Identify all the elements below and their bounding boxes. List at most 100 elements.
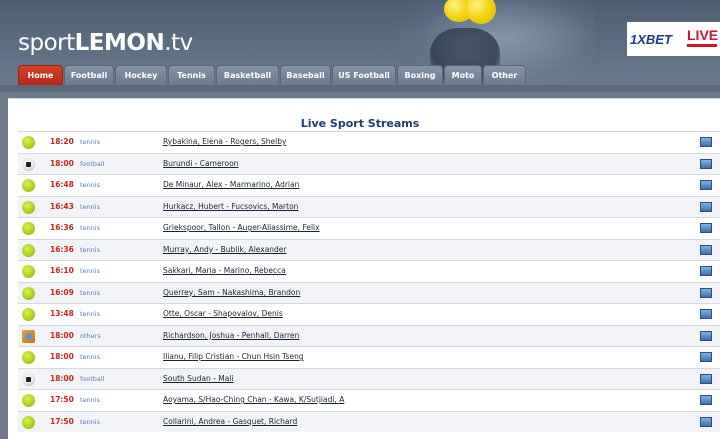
ad-brand: 1XBET bbox=[630, 32, 672, 47]
stream-row: 16:36 tennis Murray, Andy - Bublik, Alexan… bbox=[18, 238, 720, 260]
nav-tab-baseball[interactable]: Baseball bbox=[280, 65, 331, 85]
ad-underline bbox=[687, 44, 717, 47]
nav-tab-boxing[interactable]: Boxing bbox=[397, 65, 443, 85]
stream-match-link[interactable]: Griekspoor, Tallon - Auger-Aliassime, Fe… bbox=[163, 223, 320, 232]
stream-sport-link[interactable]: tennis bbox=[80, 418, 100, 426]
tv-icon[interactable] bbox=[700, 416, 712, 427]
stream-sport-link[interactable]: football bbox=[80, 160, 105, 168]
stream-row: 16:36 tennis Griekspoor, Tallon - Auger-Al… bbox=[18, 217, 720, 239]
nav-tab-moto[interactable]: Moto bbox=[444, 65, 482, 85]
tv-icon[interactable] bbox=[700, 137, 712, 147]
nav-tab-us-football[interactable]: US Football bbox=[332, 65, 396, 85]
stream-time: 18:00 bbox=[50, 158, 74, 168]
others-icon bbox=[22, 329, 35, 343]
stream-sport-link[interactable]: tennis bbox=[80, 289, 100, 297]
stream-match-link[interactable]: De Minaur, Alex - Marmarino, Adrian bbox=[163, 180, 299, 189]
stream-match-link[interactable]: South Sudan - Mali bbox=[163, 374, 234, 383]
tennis-icon bbox=[22, 308, 35, 321]
stream-row: 16:43 tennis Hurkacz, Hubert - Fucsovics, … bbox=[18, 195, 720, 217]
nav-bar-strip bbox=[0, 85, 720, 92]
stream-time: 16:10 bbox=[50, 266, 74, 275]
tv-icon[interactable] bbox=[700, 180, 712, 190]
stream-row: 18:00 tennis Ilianu, Filip Cristian - Chun… bbox=[18, 346, 720, 368]
page-title: Live Sport Streams bbox=[300, 117, 420, 130]
stream-row: 16:10 tennis Sakkari, Maria - Marino, Rebe… bbox=[18, 260, 720, 282]
tv-icon[interactable] bbox=[700, 309, 712, 319]
football-icon bbox=[22, 157, 35, 171]
nav-tab-hockey[interactable]: Hockey bbox=[115, 65, 167, 85]
stream-row: 16:48 tennis De Minaur, Alex - Marmarino, … bbox=[18, 174, 720, 196]
stream-sport-link[interactable]: others bbox=[80, 332, 101, 340]
ad-live-badge: LIVE bbox=[687, 27, 719, 43]
tennis-icon bbox=[22, 136, 35, 149]
nav-tab-basketball[interactable]: Basketball bbox=[216, 65, 279, 85]
stream-time: 17:50 bbox=[50, 395, 74, 404]
tv-icon[interactable] bbox=[700, 352, 712, 362]
stream-match-link[interactable]: Sakkari, Maria - Marino, Rebecca bbox=[163, 266, 286, 275]
stream-match-link[interactable]: Hurkacz, Hubert - Fucsovics, Marton bbox=[163, 202, 298, 211]
stream-row: 16:09 tennis Querrey, Sam - Nakashima, Bra… bbox=[18, 281, 720, 303]
stream-sport-link[interactable]: tennis bbox=[80, 396, 100, 404]
stream-time: 16:48 bbox=[50, 180, 74, 189]
main-nav: Home Football Hockey Tennis Basketball Baseba… bbox=[18, 65, 526, 85]
stream-sport-link[interactable]: tennis bbox=[80, 310, 100, 318]
stream-row: 17:50 tennis Aoyama, S/Hao-Ching Chan - Ka… bbox=[18, 389, 720, 411]
stream-time: 18:00 bbox=[50, 330, 74, 340]
stream-row: 18:20 tennis Rybakina, Elena - Rogers, She… bbox=[18, 131, 720, 153]
stream-sport-link[interactable]: tennis bbox=[80, 353, 100, 361]
tennis-icon bbox=[22, 222, 35, 235]
stream-time: 17:50 bbox=[50, 416, 74, 426]
tv-icon[interactable] bbox=[700, 266, 712, 276]
stream-row: 17:50 tennis Collarini, Andrea - Gasquet, … bbox=[18, 410, 720, 432]
tv-icon[interactable] bbox=[700, 244, 712, 255]
tennis-icon bbox=[22, 415, 35, 429]
stream-match-link[interactable]: Rybakina, Elena - Rogers, Shelby bbox=[163, 137, 286, 146]
streams-list: 18:20 tennis Rybakina, Elena - Rogers, She… bbox=[18, 131, 720, 432]
stream-match-link[interactable]: Richardson, Joshua - Penhall, Darren bbox=[163, 331, 299, 340]
nav-tab-other[interactable]: Other bbox=[483, 65, 526, 85]
tennis-icon bbox=[22, 394, 35, 407]
stream-sport-link[interactable]: tennis bbox=[80, 181, 100, 189]
stream-time: 16:36 bbox=[50, 223, 74, 232]
stream-time: 16:43 bbox=[50, 201, 74, 211]
stream-sport-link[interactable]: tennis bbox=[80, 138, 100, 146]
stream-match-link[interactable]: Murray, Andy - Bublik, Alexander bbox=[163, 245, 287, 254]
tv-icon[interactable] bbox=[700, 223, 712, 233]
tv-icon[interactable] bbox=[700, 158, 712, 169]
stream-match-link[interactable]: Aoyama, S/Hao-Ching Chan - Kawa, K/Sutji… bbox=[163, 395, 344, 404]
nav-tab-tennis[interactable]: Tennis bbox=[168, 65, 215, 85]
tennis-icon bbox=[22, 243, 35, 257]
stream-match-link[interactable]: Otte, Oscar - Shapovalov, Denis bbox=[163, 309, 283, 318]
stream-match-link[interactable]: Burundi - Cameroon bbox=[163, 159, 238, 168]
sponsor-ad-banner[interactable]: 1XBET LIVE bbox=[627, 22, 720, 56]
stream-row: 13:48 tennis Otte, Oscar - Shapovalov, Den… bbox=[18, 303, 720, 325]
stream-row: 18:00 football South Sudan - Mali bbox=[18, 367, 720, 389]
tennis-icon bbox=[22, 179, 35, 192]
stream-time: 16:09 bbox=[50, 287, 74, 297]
nav-tab-football[interactable]: Football bbox=[64, 65, 114, 85]
stream-sport-link[interactable]: tennis bbox=[80, 246, 100, 254]
football-icon bbox=[22, 372, 35, 386]
stream-row: 18:00 football Burundi - Cameroon bbox=[18, 152, 720, 174]
stream-sport-link[interactable]: football bbox=[80, 375, 105, 383]
tv-icon[interactable] bbox=[700, 330, 712, 341]
tv-icon[interactable] bbox=[700, 287, 712, 298]
stream-sport-link[interactable]: tennis bbox=[80, 224, 100, 232]
stream-sport-link[interactable]: tennis bbox=[80, 267, 100, 275]
tennis-icon bbox=[22, 200, 35, 214]
tv-icon[interactable] bbox=[700, 373, 712, 384]
stream-time: 18:20 bbox=[50, 137, 74, 146]
tv-icon[interactable] bbox=[700, 201, 712, 212]
stream-time: 18:00 bbox=[50, 352, 74, 361]
site-logo[interactable]: sportLEMON.tv bbox=[18, 30, 193, 56]
stream-match-link[interactable]: Querrey, Sam - Nakashima, Brandon bbox=[163, 288, 300, 297]
tennis-icon bbox=[22, 286, 35, 300]
stream-sport-link[interactable]: tennis bbox=[80, 203, 100, 211]
nav-tab-home[interactable]: Home bbox=[18, 65, 63, 85]
stream-match-link[interactable]: Collarini, Andrea - Gasquet, Richard bbox=[163, 417, 297, 426]
stream-match-link[interactable]: Ilianu, Filip Cristian - Chun Hsin Tseng bbox=[163, 352, 304, 361]
stream-row: 18:00 others Richardson, Joshua - Penhall,… bbox=[18, 324, 720, 346]
stream-time: 13:48 bbox=[50, 309, 74, 318]
tv-icon[interactable] bbox=[700, 395, 712, 405]
tennis-icon bbox=[22, 265, 35, 278]
